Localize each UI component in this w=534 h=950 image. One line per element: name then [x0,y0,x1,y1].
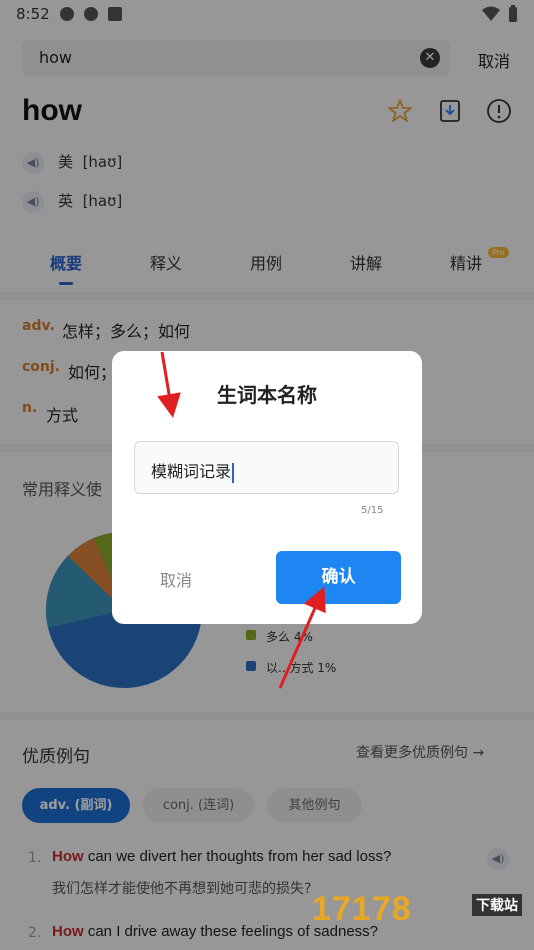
annotation-arrow [278,586,326,689]
watermark-site: 下载站 [472,894,522,916]
annotation-arrows [157,351,326,689]
watermark-logo: 17178 [312,890,412,928]
annotation-arrow [157,351,181,418]
